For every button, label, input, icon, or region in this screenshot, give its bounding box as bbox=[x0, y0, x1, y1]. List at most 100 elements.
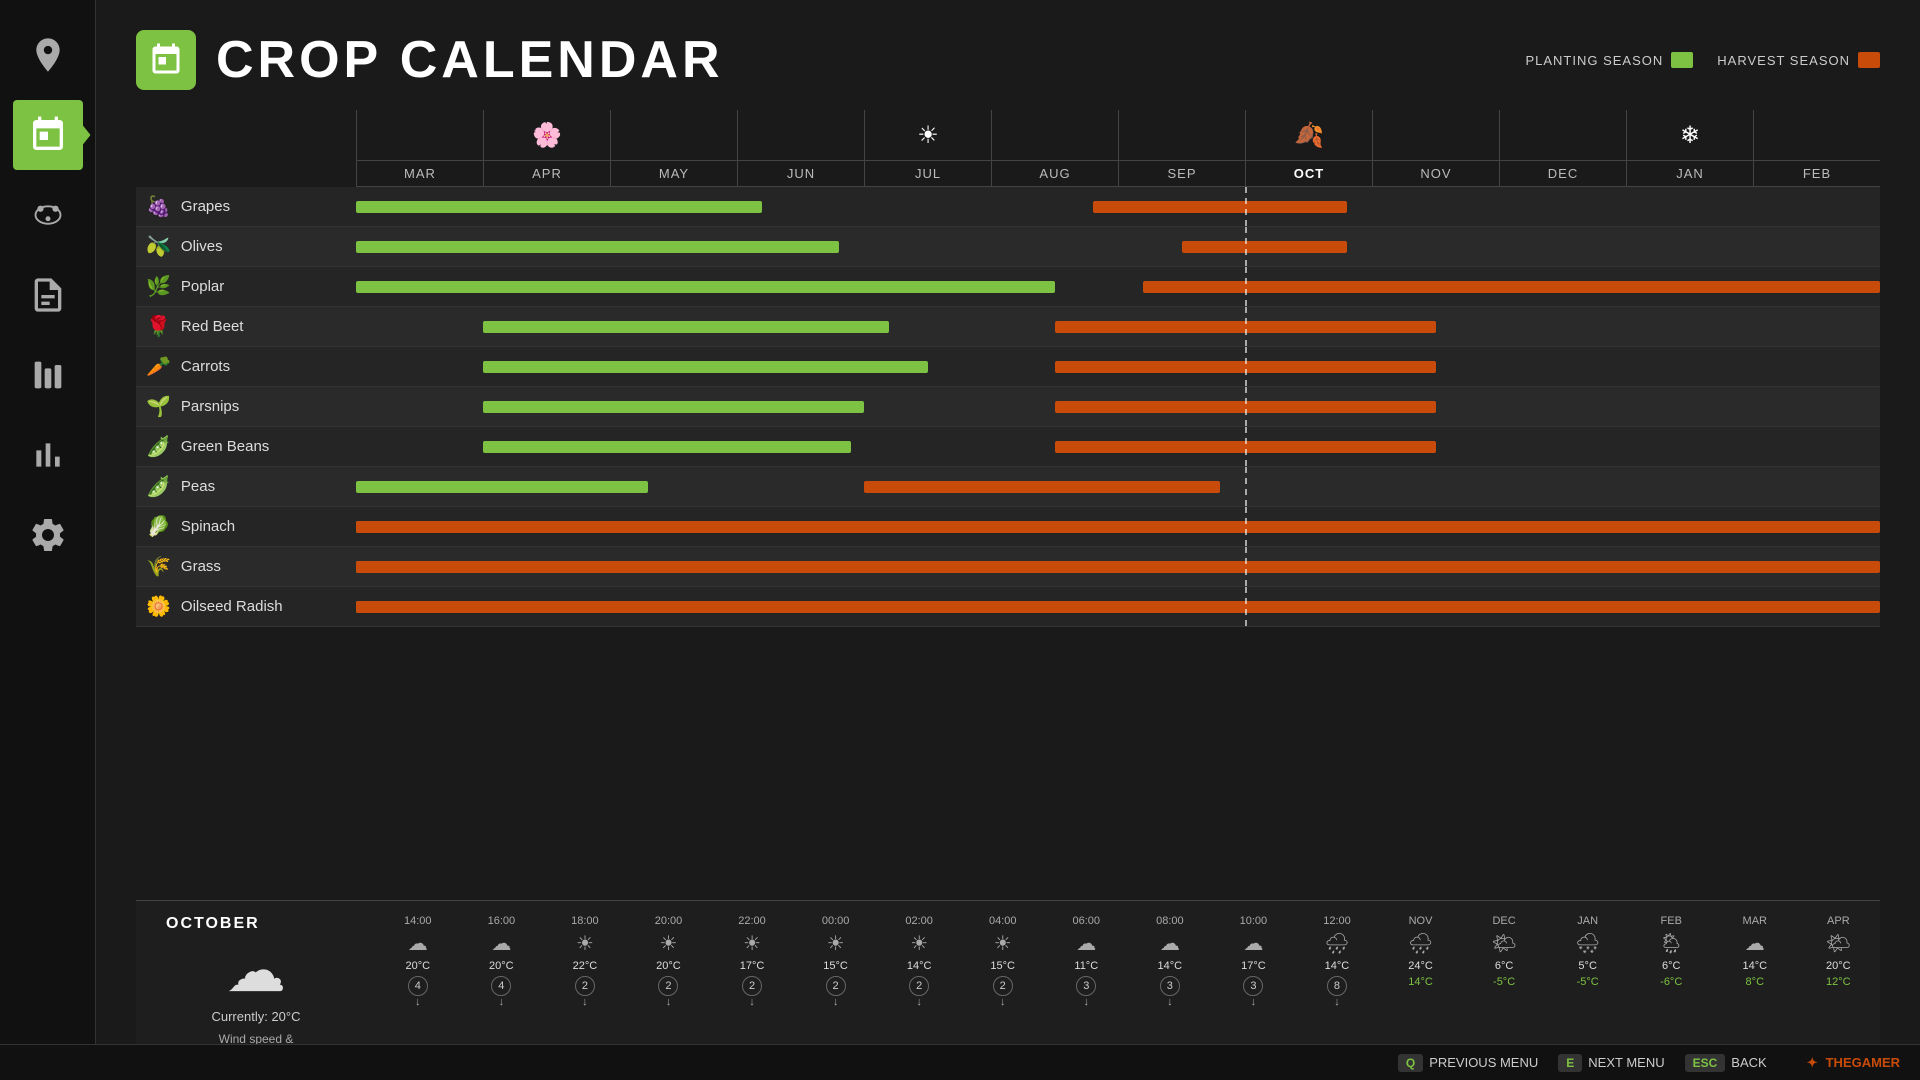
crop-label-spinach: 🥬Spinach bbox=[136, 514, 356, 539]
crop-row: 🌾Grass bbox=[136, 547, 1880, 587]
header-left: CROP CALENDAR bbox=[136, 30, 724, 90]
crop-label-green-beans: 🫛 Green Beans bbox=[136, 434, 356, 459]
weather-hour: 08:00 bbox=[1128, 915, 1212, 927]
crop-bar-harvest bbox=[1182, 241, 1347, 253]
crop-name: Poplar bbox=[181, 278, 224, 295]
crop-bars bbox=[356, 507, 1880, 546]
page-title: CROP CALENDAR bbox=[216, 30, 724, 90]
future-weather-icon: 🌨 bbox=[1546, 931, 1630, 956]
crop-icon: 🌱 bbox=[146, 394, 171, 419]
season-oct: 🍂 bbox=[1245, 110, 1372, 160]
future-weather-icon: 🌦 bbox=[1629, 931, 1713, 956]
month-names-row: MARAPRMAYJUNJULAUGSEPOCTNOVDECJANFEB bbox=[356, 160, 1880, 187]
future-high-temp: 6°C bbox=[1629, 960, 1713, 972]
weather-hour: 04:00 bbox=[961, 915, 1045, 927]
season-aug bbox=[991, 110, 1118, 160]
crop-icon: 🌿 bbox=[146, 274, 171, 299]
crop-bar-planting bbox=[483, 401, 864, 413]
weather-icon: ☀ bbox=[710, 931, 794, 956]
crop-bar-harvest bbox=[864, 481, 1220, 493]
weather-wind: 4↓ bbox=[376, 976, 460, 1008]
weather-icon: 🌧 bbox=[1295, 931, 1379, 956]
future-low-temp: -6°C bbox=[1629, 976, 1713, 1008]
weather-hour: 14:00 bbox=[376, 915, 460, 927]
sidebar-item-map[interactable] bbox=[13, 20, 83, 90]
weather-wind: 2↓ bbox=[627, 976, 711, 1008]
weather-hour: 12:00 bbox=[1295, 915, 1379, 927]
weather-wind: 4↓ bbox=[460, 976, 544, 1008]
weather-icon: ☁ bbox=[460, 931, 544, 956]
weather-icon: ☀ bbox=[877, 931, 961, 956]
weather-wind: 2↓ bbox=[794, 976, 878, 1008]
crop-name: Grass bbox=[181, 558, 221, 575]
weather-icons-row: ☁☁☀☀☀☀☀☀☁☁☁🌧🌧🌤🌨🌦☁🌤 bbox=[376, 931, 1880, 956]
crop-bar-harvest bbox=[1093, 201, 1347, 213]
weather-wind: 2↓ bbox=[877, 976, 961, 1008]
current-month-line bbox=[1245, 467, 1247, 506]
crop-bars bbox=[356, 387, 1880, 426]
crop-label-grapes: 🍇 Grapes bbox=[136, 194, 356, 219]
weather-wind: 3↓ bbox=[1212, 976, 1296, 1008]
season-may bbox=[610, 110, 737, 160]
weather-temp: 11°C bbox=[1045, 960, 1129, 972]
sidebar-item-production[interactable] bbox=[13, 340, 83, 410]
harvest-color-box bbox=[1858, 52, 1880, 68]
calendar-container: 🌸 ☀ 🍂 ❄ MARAPRMAYJUNJULAUGSEPOCTNOVDECJA… bbox=[136, 110, 1880, 900]
crop-bars bbox=[356, 307, 1880, 346]
weather-icon: ☀ bbox=[543, 931, 627, 956]
bottom-bar: Q PREVIOUS MENU E NEXT MENU ESC BACK ✦ T… bbox=[0, 1044, 1920, 1080]
crop-bar-harvest bbox=[1143, 281, 1880, 293]
back-btn[interactable]: ESC BACK bbox=[1685, 1054, 1767, 1072]
crop-bars bbox=[356, 227, 1880, 266]
month-sep: SEP bbox=[1118, 161, 1245, 186]
weather-temp: 17°C bbox=[1212, 960, 1296, 972]
sidebar-item-animals[interactable] bbox=[13, 180, 83, 250]
weather-icon: ☁ bbox=[1045, 931, 1129, 956]
future-high-temp: 24°C bbox=[1379, 960, 1463, 972]
sidebar-item-stats[interactable] bbox=[13, 420, 83, 490]
future-high-temp: 5°C bbox=[1546, 960, 1630, 972]
crop-bar-harvest bbox=[1055, 401, 1436, 413]
crop-bar-harvest bbox=[1055, 321, 1436, 333]
season-nov bbox=[1372, 110, 1499, 160]
crop-bars bbox=[356, 547, 1880, 586]
crop-icon: 🫛 bbox=[146, 434, 171, 459]
crop-bar-harvest bbox=[356, 601, 1880, 613]
weather-hour: 18:00 bbox=[543, 915, 627, 927]
season-feb bbox=[1753, 110, 1880, 160]
crop-icon: 🫒 bbox=[146, 234, 171, 259]
crop-name: Grapes bbox=[181, 198, 230, 215]
future-month: DEC bbox=[1462, 915, 1546, 927]
crop-icon: 🥕 bbox=[146, 354, 171, 379]
season-sep bbox=[1118, 110, 1245, 160]
month-may: MAY bbox=[610, 161, 737, 186]
future-month: FEB bbox=[1629, 915, 1713, 927]
future-month: NOV bbox=[1379, 915, 1463, 927]
crop-icon: 🍇 bbox=[146, 194, 171, 219]
weather-icon: ☁ bbox=[1212, 931, 1296, 956]
crop-row: 🌼Oilseed Radish bbox=[136, 587, 1880, 627]
brand-name: THEGAMER bbox=[1826, 1055, 1900, 1070]
sidebar-item-tasks[interactable] bbox=[13, 260, 83, 330]
crop-name: Green Beans bbox=[181, 438, 269, 455]
sidebar-item-calendar[interactable] bbox=[13, 100, 83, 170]
crop-row: 🫒Olives bbox=[136, 227, 1880, 267]
weather-temp: 15°C bbox=[961, 960, 1045, 972]
crop-icon: 🌼 bbox=[146, 594, 171, 619]
prev-menu-btn[interactable]: Q PREVIOUS MENU bbox=[1398, 1054, 1538, 1072]
crop-row: 🌹Red Beet bbox=[136, 307, 1880, 347]
planting-color-box bbox=[1671, 52, 1693, 68]
sidebar-item-settings[interactable] bbox=[13, 500, 83, 570]
crop-bar-planting bbox=[356, 281, 1055, 293]
future-low-temp: 8°C bbox=[1713, 976, 1797, 1008]
crop-icon: 🌹 bbox=[146, 314, 171, 339]
back-label: BACK bbox=[1731, 1055, 1766, 1070]
next-menu-btn[interactable]: E NEXT MENU bbox=[1558, 1054, 1664, 1072]
crop-icon: 🥬 bbox=[146, 514, 171, 539]
weather-temp: 15°C bbox=[794, 960, 878, 972]
planting-label: PLANTING SEASON bbox=[1525, 53, 1663, 68]
season-apr: 🌸 bbox=[483, 110, 610, 160]
weather-wind: 3↓ bbox=[1045, 976, 1129, 1008]
crop-name: Peas bbox=[181, 478, 215, 495]
weather-icon: ☁ bbox=[1128, 931, 1212, 956]
